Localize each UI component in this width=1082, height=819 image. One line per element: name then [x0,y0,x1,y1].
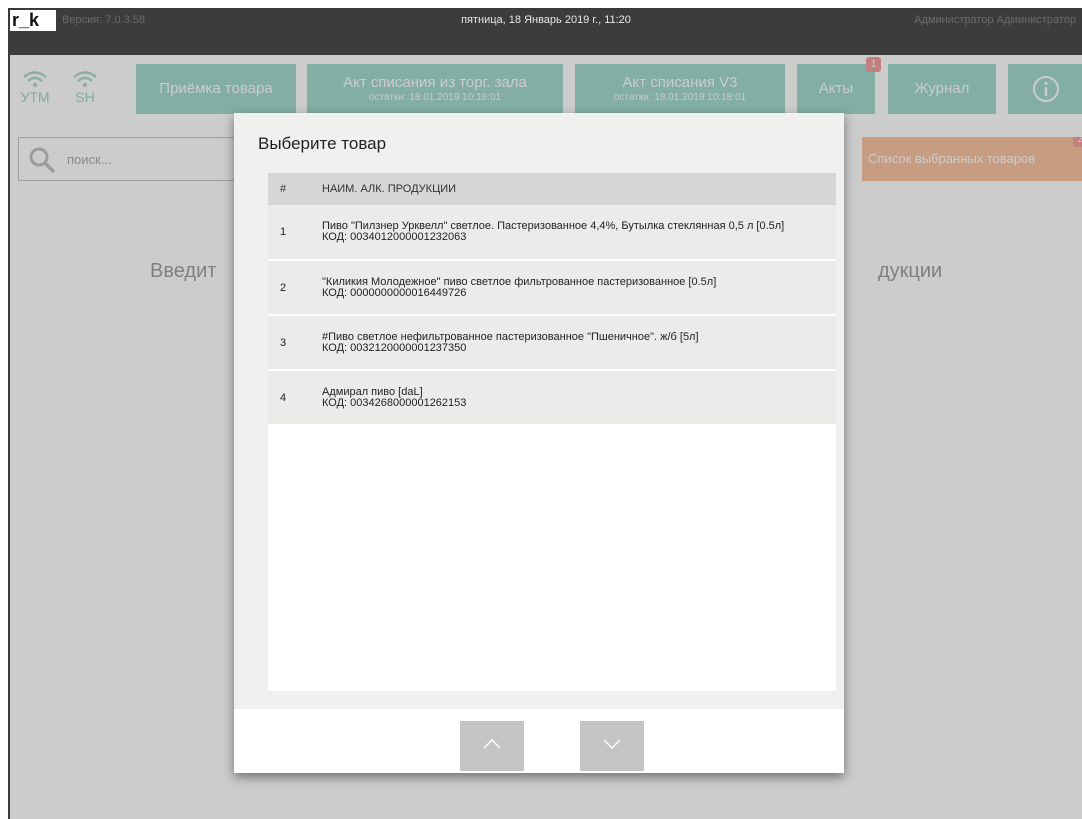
table-row[interactable]: 3 #Пиво светлое нефильтрованное пастериз… [268,316,836,371]
row-num: 2 [280,281,287,294]
table-row[interactable]: 4 Адмирал пиво [daL] КОД: 00342680000012… [268,371,836,426]
chevron-down-icon [603,739,621,750]
row-product-name: Адмирал пиво [daL] [322,385,423,398]
chevron-up-icon [483,738,501,749]
row-num: 4 [280,391,287,404]
row-name-cell: "Киликия Молодежное" пиво светлое фильтр… [312,269,836,307]
scroll-down-button[interactable] [580,721,644,771]
row-product-code: КОД: 0032120000001237350 [322,341,467,354]
row-product-name: "Киликия Молодежное" пиво светлое фильтр… [322,275,717,288]
select-product-dialog: Выберите товар # НАИМ. АЛК. ПРОДУКЦИИ 1 … [234,113,844,773]
row-product-code: КОД: 0000000000016449726 [322,286,467,299]
row-name-cell: #Пиво светлое нефильтрованное пастеризов… [312,324,836,362]
row-name-cell: Пиво "Пилзнер Урквелл" светлое. Пастериз… [312,213,836,251]
top-bar: r_k Версия: 7.0.3.58 пятница, 18 Январь … [10,10,1082,55]
column-header-num: # [280,183,287,195]
product-table: # НАИМ. АЛК. ПРОДУКЦИИ 1 Пиво "Пилзнер У… [268,173,836,691]
row-name-cell: Адмирал пиво [daL] КОД: 0034268000001262… [312,379,836,417]
table-header: # НАИМ. АЛК. ПРОДУКЦИИ [268,173,836,205]
row-product-code: КОД: 0034268000001262153 [322,396,467,409]
row-num: 3 [280,336,287,349]
table-row[interactable]: 1 Пиво "Пилзнер Урквелл" светлое. Пастер… [268,205,836,261]
user-name: Администратор Администратор [914,14,1076,26]
row-product-name: #Пиво светлое нефильтрованное пастеризов… [322,330,699,343]
dialog-footer [234,709,844,773]
dialog-title: Выберите товар [258,134,387,153]
row-num: 1 [280,226,287,238]
table-row[interactable]: 2 "Киликия Молодежное" пиво светлое филь… [268,261,836,316]
row-product-code: КОД: 0034012000001232063 [322,231,467,243]
column-header-name: НАИМ. АЛК. ПРОДУКЦИИ [322,183,457,195]
app-window: r_k Версия: 7.0.3.58 пятница, 18 Январь … [8,8,1082,819]
scroll-up-button[interactable] [460,721,524,771]
